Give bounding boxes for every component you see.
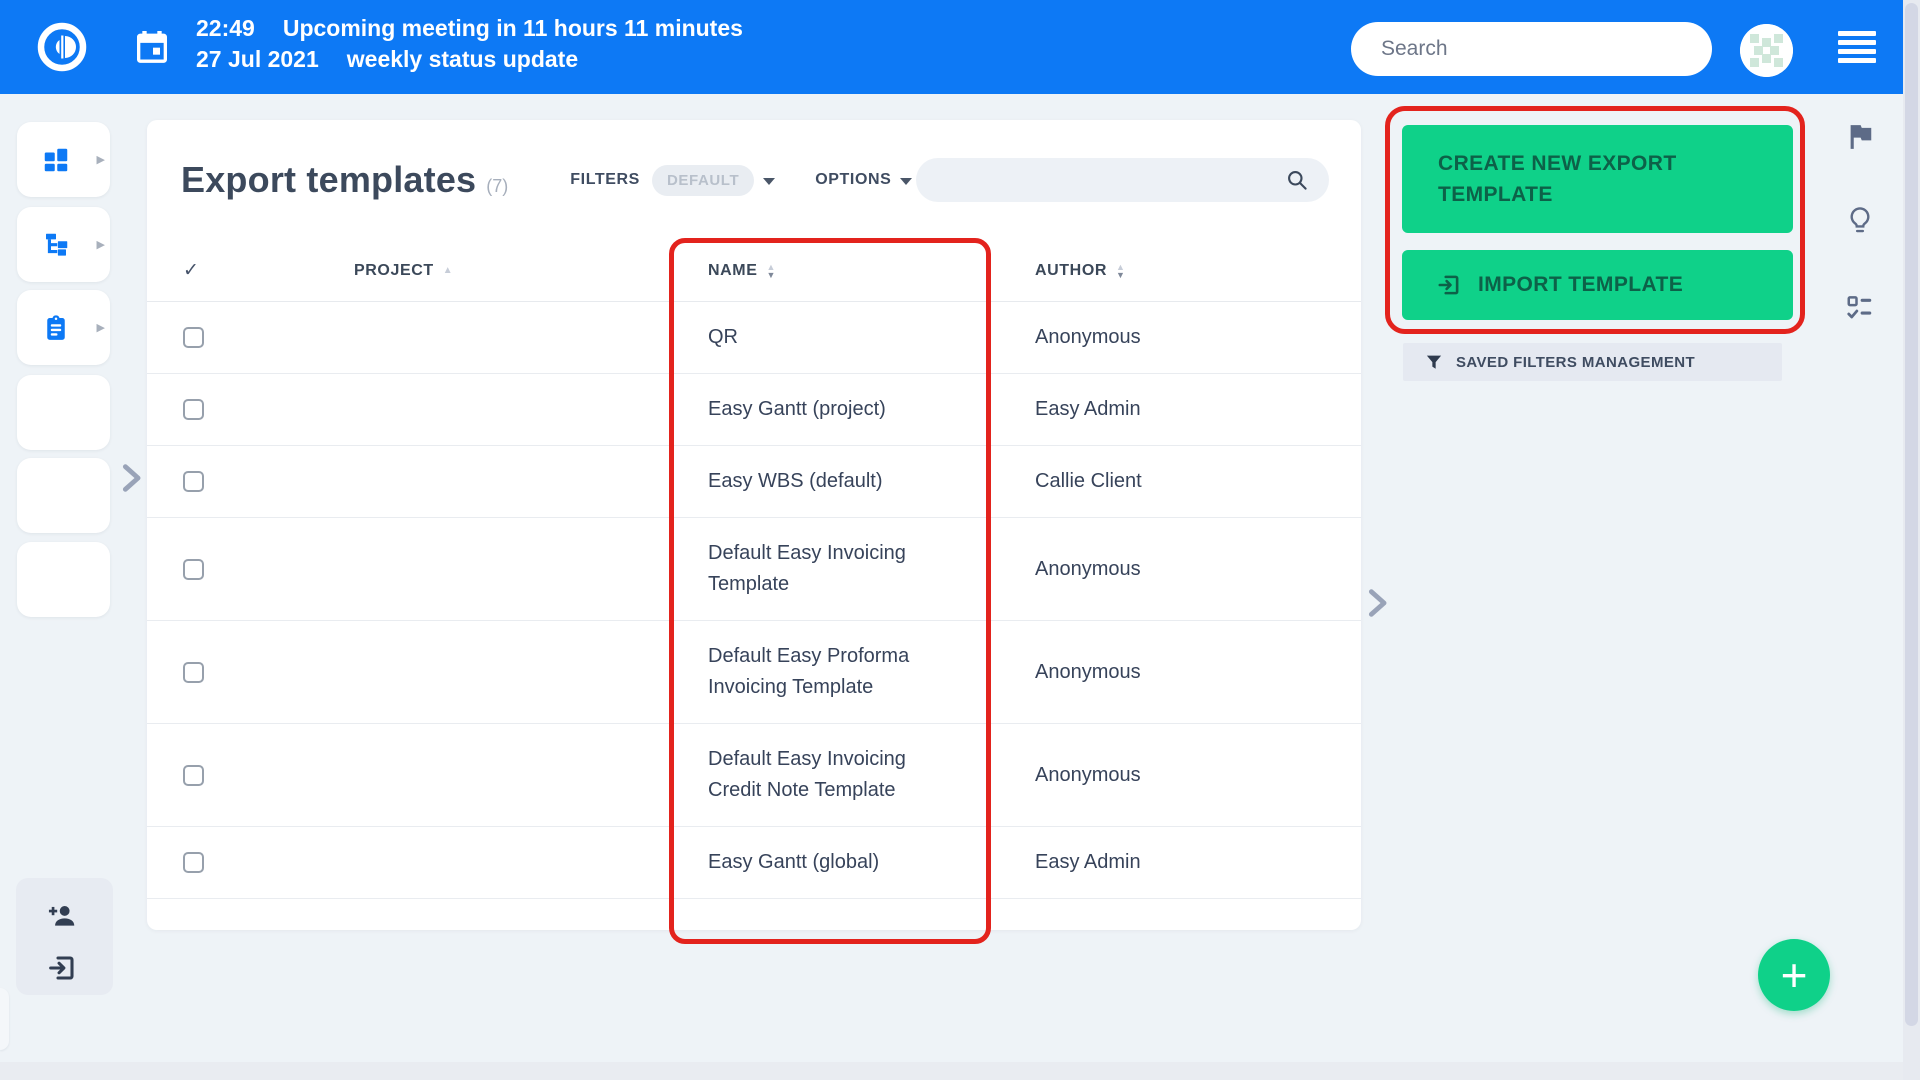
sort-icons: ▲ ▼ <box>766 261 777 280</box>
sidebar-item-empty-1[interactable] <box>17 375 110 450</box>
author-cell: Easy Admin <box>1035 398 1141 420</box>
table-row: Default Easy Invoicing Credit Note Templ… <box>147 724 1361 827</box>
author-cell: Anonymous <box>1035 660 1141 683</box>
author-cell: Anonymous <box>1035 557 1141 580</box>
table-row: Default Easy Invoicing Template Anonymous <box>147 518 1361 621</box>
options-dropdown[interactable]: OPTIONS <box>815 171 913 189</box>
clipboard-icon <box>41 313 71 343</box>
export-templates-card: Export templates (7) FILTERS DEFAULT OPT… <box>147 120 1361 930</box>
template-name-link[interactable]: Default Easy Proforma Invoicing Template <box>672 621 1002 723</box>
row-checkbox[interactable] <box>147 399 223 420</box>
sort-icons: ▲ ▼ <box>1116 261 1126 280</box>
collapsed-panel-tab[interactable] <box>0 988 9 1050</box>
chevron-down-icon <box>763 177 776 185</box>
template-name-link[interactable]: Easy Gantt (project) <box>672 374 1002 445</box>
chevron-right-icon: ▶ <box>96 154 105 166</box>
tree-icon <box>41 230 71 260</box>
flag-icon[interactable] <box>1845 122 1875 152</box>
sidebar-item-tasks[interactable]: ▶ <box>17 290 110 365</box>
template-search <box>916 158 1329 202</box>
top-bar: 22:49 Upcoming meeting in 11 hours 11 mi… <box>0 0 1903 94</box>
table-row: QR Anonymous <box>147 302 1361 374</box>
sidebar-item-empty-3[interactable] <box>17 542 110 617</box>
global-search <box>1351 22 1712 76</box>
row-checkbox[interactable] <box>147 471 223 492</box>
table-body: QR Anonymous Easy Gantt (project) Easy Admi… <box>147 302 1361 899</box>
funnel-icon <box>1425 353 1443 371</box>
row-checkbox[interactable] <box>147 661 223 683</box>
template-search-input[interactable] <box>916 169 1285 191</box>
login-icon[interactable] <box>46 952 78 984</box>
lightbulb-icon[interactable] <box>1845 205 1875 235</box>
template-name-link[interactable]: Default Easy Invoicing Credit Note Templ… <box>672 724 1002 826</box>
select-all-checkmark[interactable]: ✓ <box>147 259 223 282</box>
hamburger-menu-icon[interactable] <box>1838 31 1876 67</box>
global-search-input[interactable] <box>1351 37 1712 61</box>
record-count: (7) <box>486 175 509 196</box>
clock-time: 22:49 <box>196 15 255 41</box>
calendar-icon[interactable] <box>132 27 172 67</box>
template-name-link[interactable]: Easy Gantt (global) <box>672 827 1002 898</box>
row-checkbox[interactable] <box>147 852 223 873</box>
avatar[interactable] <box>1740 24 1793 77</box>
template-name-link[interactable]: Easy WBS (default) <box>672 446 1002 517</box>
app-logo-icon[interactable] <box>36 21 88 73</box>
meeting-notice: Upcoming meeting in 11 hours 11 minutes <box>282 15 743 41</box>
sidebar-item-projects[interactable]: ▶ <box>17 207 110 282</box>
page-title: Export templates <box>181 159 477 200</box>
row-checkbox[interactable] <box>147 327 223 348</box>
import-template-button[interactable]: IMPORT TEMPLATE <box>1402 250 1793 320</box>
author-cell: Callie Client <box>1035 470 1142 492</box>
sidebar-expand-chevron-icon[interactable] <box>114 459 148 497</box>
add-user-icon[interactable] <box>46 900 78 932</box>
meeting-banner[interactable]: 22:49 Upcoming meeting in 11 hours 11 mi… <box>196 13 743 75</box>
column-header-project[interactable]: PROJECT ▲ <box>223 262 672 280</box>
author-cell: Anonymous <box>1035 326 1141 348</box>
template-name-link[interactable]: QR <box>672 302 1002 373</box>
table-row: Easy Gantt (global) Easy Admin <box>147 827 1361 899</box>
import-icon <box>1436 272 1462 298</box>
table-row: Default Easy Proforma Invoicing Template… <box>147 621 1361 724</box>
saved-filters-management-button[interactable]: SAVED FILTERS MANAGEMENT <box>1403 343 1782 381</box>
table-row: Easy Gantt (project) Easy Admin <box>147 374 1361 446</box>
chevron-down-icon <box>900 177 913 185</box>
sidebar-item-empty-2[interactable] <box>17 458 110 533</box>
sidebar-bottom-panel <box>16 878 113 995</box>
sort-asc-icon: ▲ <box>442 265 454 276</box>
template-name-link[interactable]: Default Easy Invoicing Template <box>672 518 1002 620</box>
dashboard-icon <box>41 145 71 175</box>
sidebar-item-dashboard[interactable]: ▶ <box>17 122 110 197</box>
table-row: Easy WBS (default) Callie Client <box>147 446 1361 518</box>
add-new-fab-button[interactable]: + <box>1758 939 1830 1011</box>
panel-expand-chevron-icon[interactable] <box>1360 584 1394 622</box>
chevron-right-icon: ▶ <box>96 322 105 334</box>
checklist-icon[interactable] <box>1845 293 1875 323</box>
column-header-author[interactable]: AUTHOR ▲ ▼ <box>1002 262 1361 280</box>
author-cell: Anonymous <box>1035 763 1141 786</box>
search-icon[interactable] <box>1285 168 1309 192</box>
app-window: 22:49 Upcoming meeting in 11 hours 11 mi… <box>0 0 1920 1080</box>
filters-dropdown[interactable]: FILTERS DEFAULT <box>570 164 776 196</box>
horizontal-scrollbar[interactable] <box>0 1062 1903 1080</box>
vertical-scrollbar[interactable] <box>1903 0 1920 1080</box>
scrollbar-thumb[interactable] <box>1905 3 1918 1026</box>
row-checkbox[interactable] <box>147 764 223 786</box>
list-toolbar: Export templates (7) FILTERS DEFAULT OPT… <box>147 120 1361 240</box>
row-checkbox[interactable] <box>147 558 223 580</box>
meeting-date: 27 Jul 2021 <box>196 46 319 72</box>
table-header-row: ✓ PROJECT ▲ NAME ▲ ▼ AUTHOR ▲ ▼ <box>147 240 1361 302</box>
author-cell: Easy Admin <box>1035 851 1141 873</box>
chevron-right-icon: ▶ <box>96 239 105 251</box>
create-new-export-template-button[interactable]: CREATE NEW EXPORT TEMPLATE <box>1402 125 1793 233</box>
column-header-name[interactable]: NAME ▲ ▼ <box>672 262 1002 280</box>
filters-value-badge: DEFAULT <box>651 164 755 196</box>
meeting-title: weekly status update <box>346 46 579 72</box>
